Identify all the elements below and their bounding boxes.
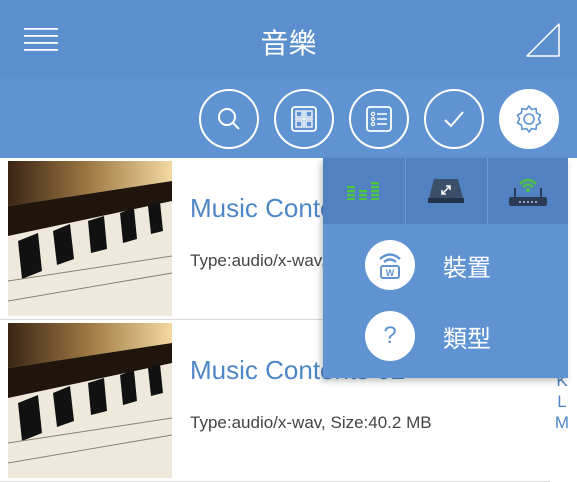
tab-wifi-router[interactable] — [487, 158, 568, 224]
settings-dropdown: W 裝置 ? 類型 — [323, 158, 568, 378]
toolbar — [0, 79, 577, 158]
menu-item-label: 類型 — [443, 325, 491, 353]
tab-drive-share[interactable] — [405, 158, 486, 224]
piano-keys-thumbnail — [8, 323, 172, 478]
drive-share-icon — [428, 179, 464, 203]
wifi-router-icon — [509, 178, 547, 206]
settings-gear-icon — [516, 105, 542, 133]
list-view-button[interactable] — [349, 89, 409, 149]
select-check-icon — [444, 111, 464, 128]
settings-button[interactable] — [499, 89, 559, 149]
item-meta: Type:audio/x-wav, Size:40.2 MB — [190, 413, 432, 432]
index-letter[interactable]: M — [548, 412, 576, 433]
list-view-icon — [366, 106, 392, 132]
menu-item-device[interactable]: W 裝置 — [323, 230, 568, 300]
page-title: 音樂 — [260, 27, 317, 60]
header-bar: 音樂 — [0, 0, 577, 79]
menu-item-label: 裝置 — [443, 254, 491, 282]
tab-equalizer[interactable] — [323, 158, 404, 224]
dropdown-tabs — [323, 158, 568, 224]
wifi-device-icon: W — [365, 240, 415, 290]
svg-text:W: W — [386, 268, 395, 278]
index-letter[interactable]: L — [548, 391, 576, 412]
search-icon — [218, 108, 240, 130]
equalizer-icon — [346, 182, 379, 200]
menu-item-type[interactable]: ? 類型 — [323, 301, 568, 371]
triangle-corner-icon[interactable] — [525, 22, 561, 58]
question-mark-icon: ? — [365, 311, 415, 361]
question-glyph: ? — [383, 322, 397, 349]
select-button[interactable] — [424, 89, 484, 149]
grid-view-button[interactable] — [274, 89, 334, 149]
piano-keys-thumbnail — [8, 161, 172, 316]
grid-view-icon — [291, 106, 317, 132]
search-button[interactable] — [199, 89, 259, 149]
